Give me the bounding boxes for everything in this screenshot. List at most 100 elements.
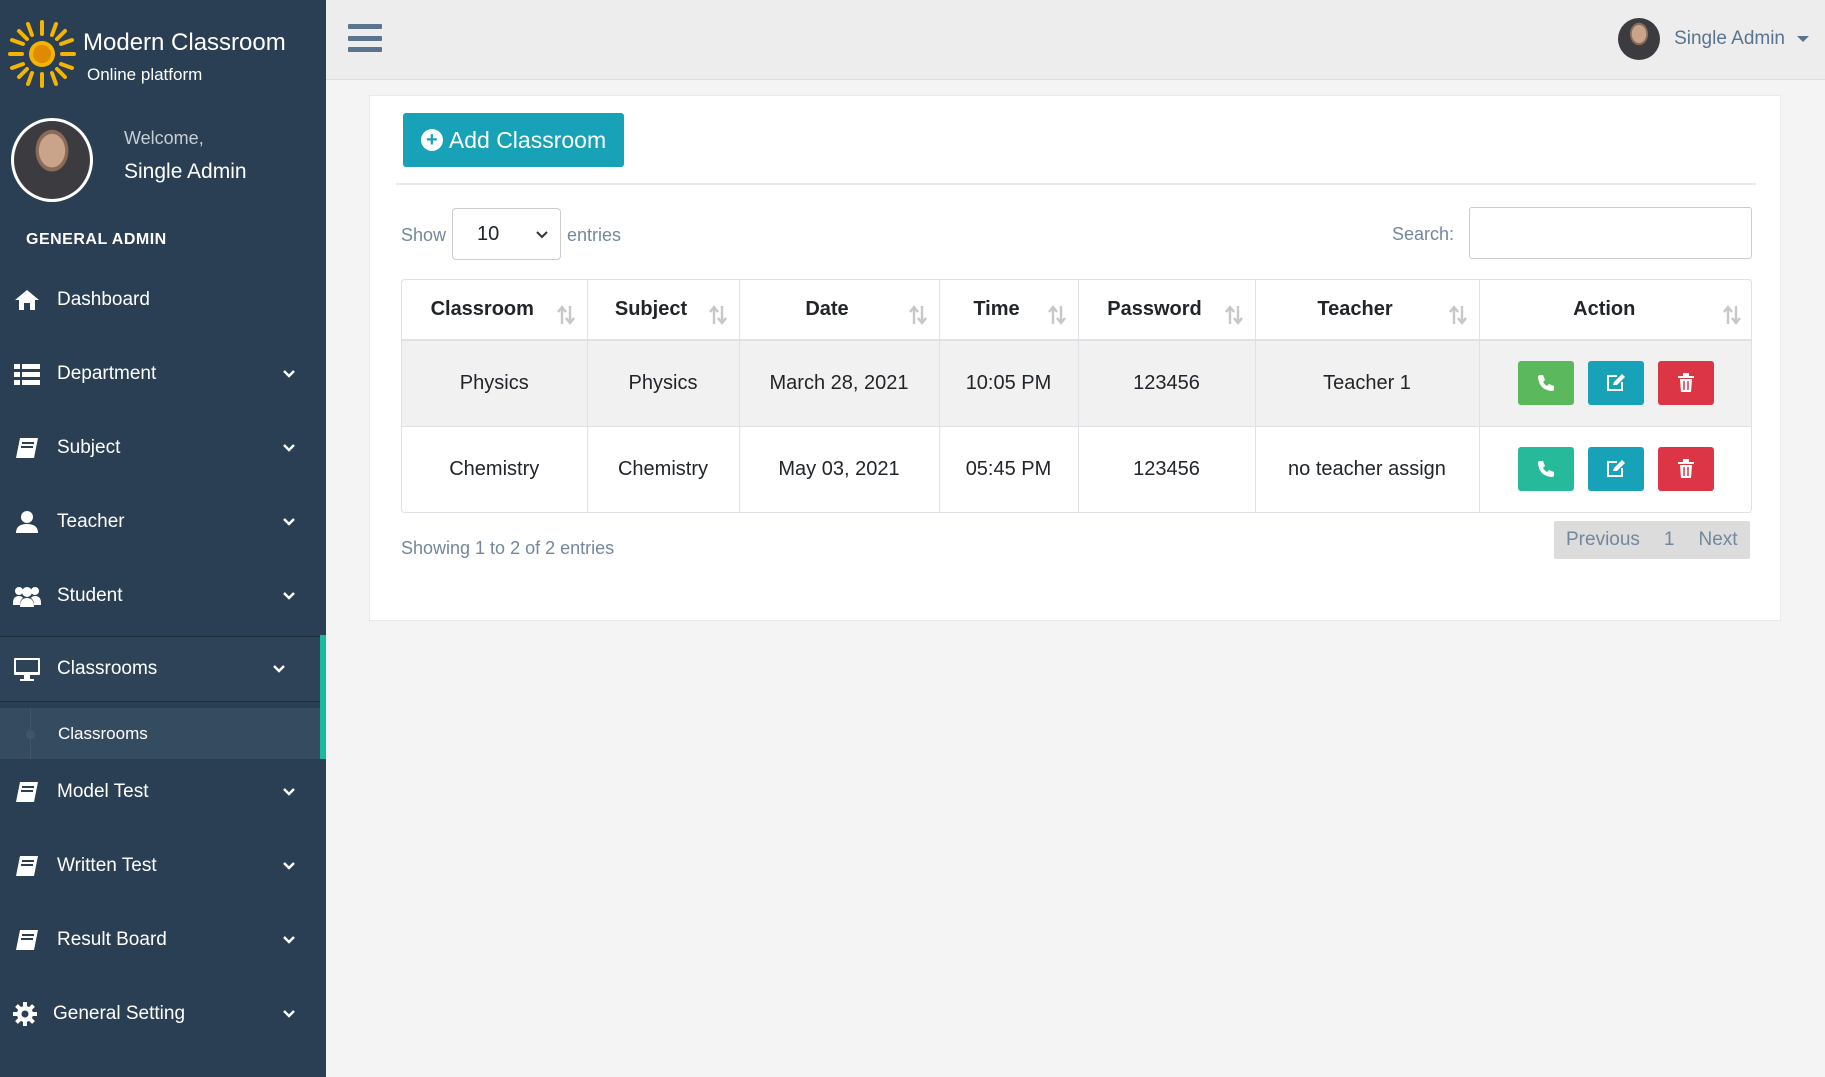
- brand-title: Modern Classroom: [83, 29, 286, 56]
- sidebar-item-general-setting[interactable]: General Setting: [0, 984, 320, 1044]
- menu-toggle-icon[interactable]: [348, 24, 382, 52]
- list-icon: [14, 364, 40, 385]
- chevron-down-icon: [273, 665, 285, 673]
- delete-button[interactable]: [1658, 361, 1715, 406]
- sort-icon: [1723, 305, 1741, 325]
- call-button[interactable]: [1518, 361, 1575, 406]
- sidebar-item-result-board[interactable]: Result Board: [0, 910, 320, 970]
- table-row: Physics Physics March 28, 2021 10:05 PM …: [402, 340, 1751, 426]
- book-icon: [16, 438, 38, 458]
- cell-classroom: Physics: [402, 340, 588, 426]
- edit-button[interactable]: [1588, 447, 1645, 492]
- phone-icon: [1538, 375, 1555, 392]
- search-label: Search:: [1392, 224, 1455, 244]
- cell-action: [1479, 340, 1751, 426]
- bullet-icon: [26, 730, 35, 739]
- sidebar-item-dashboard[interactable]: Dashboard: [0, 270, 320, 330]
- entries-select[interactable]: 10: [452, 208, 561, 260]
- sidebar-item-student[interactable]: Student: [0, 566, 320, 626]
- brand[interactable]: Modern Classroom Online platform: [0, 0, 326, 100]
- welcome-text: Welcome,: [124, 128, 204, 148]
- sidebar-item-model-test[interactable]: Model Test: [0, 762, 320, 822]
- sidebar-item-label: General Setting: [53, 1003, 186, 1024]
- phone-icon: [1538, 461, 1555, 478]
- column-header-password[interactable]: Password: [1078, 280, 1256, 341]
- cell-date: May 03, 2021: [739, 425, 940, 512]
- sidebar-item-classrooms[interactable]: Classrooms: [0, 636, 320, 702]
- book-icon: [16, 856, 38, 876]
- classroom-table: Classroom Subject Date Time Password Tea…: [401, 279, 1752, 513]
- profile-avatar: [11, 118, 93, 202]
- sidebar-item-label: Student: [57, 585, 123, 606]
- chevron-down-icon: [283, 592, 295, 600]
- column-header-teacher[interactable]: Teacher: [1255, 280, 1480, 341]
- add-classroom-button[interactable]: + Add Classroom: [403, 113, 624, 167]
- trash-icon: [1678, 459, 1695, 479]
- cell-password: 123456: [1078, 340, 1256, 426]
- home-icon: [15, 290, 39, 310]
- sidebar-item-label: Department: [57, 363, 157, 384]
- cell-action: [1479, 425, 1751, 512]
- sidebar-subitem-label: Classrooms: [58, 724, 148, 743]
- brand-subtitle: Online platform: [87, 65, 203, 84]
- sidebar-item-label: Dashboard: [57, 289, 150, 310]
- sidebar-item-teacher[interactable]: Teacher: [0, 492, 320, 552]
- active-indicator: [320, 635, 326, 759]
- sort-icon: [708, 305, 727, 325]
- chevron-down-icon: [536, 231, 548, 239]
- edit-button[interactable]: [1588, 361, 1645, 406]
- users-icon: [13, 587, 41, 607]
- cell-time: 05:45 PM: [939, 425, 1079, 512]
- sidebar-item-label: Classrooms: [57, 658, 158, 679]
- cell-subject: Physics: [587, 340, 740, 426]
- pagination: Previous 1 Next: [1554, 521, 1750, 559]
- avatar: [1618, 18, 1661, 60]
- chevron-down-icon: [283, 518, 295, 526]
- book-icon: [16, 782, 38, 802]
- delete-button[interactable]: [1658, 447, 1715, 492]
- call-button[interactable]: [1518, 447, 1575, 492]
- page-1-button[interactable]: 1: [1652, 521, 1687, 559]
- chevron-down-icon: [283, 788, 295, 796]
- cell-teacher: Teacher 1: [1255, 340, 1480, 426]
- sidebar-item-written-test[interactable]: Written Test: [0, 836, 320, 896]
- table-header-row: Classroom Subject Date Time Password Tea…: [402, 280, 1751, 341]
- sidebar-item-label: Model Test: [57, 781, 149, 802]
- sidebar-item-label: Written Test: [57, 855, 157, 876]
- edit-icon: [1607, 374, 1626, 392]
- sidebar-item-department[interactable]: Department: [0, 344, 320, 404]
- user-name: Single Admin: [1674, 28, 1785, 49]
- sort-icon: [1224, 305, 1243, 325]
- chevron-down-icon: [283, 370, 295, 378]
- table-info: Showing 1 to 2 of 2 entries: [401, 538, 615, 558]
- desktop-icon: [14, 658, 40, 681]
- column-header-subject[interactable]: Subject: [587, 280, 740, 341]
- sort-icon: [556, 305, 575, 325]
- profile-name: Single Admin: [124, 160, 247, 183]
- divider: [396, 183, 1756, 185]
- sidebar-subitem-classrooms[interactable]: Classrooms: [0, 708, 320, 759]
- cell-teacher: no teacher assign: [1255, 425, 1480, 512]
- sort-icon: [908, 305, 927, 325]
- user-menu[interactable]: Single Admin: [1618, 17, 1809, 61]
- search-input[interactable]: [1469, 207, 1752, 259]
- sidebar: Modern Classroom Online platform Welcome…: [0, 0, 326, 1077]
- previous-page-button[interactable]: Previous: [1554, 521, 1652, 559]
- sidebar-item-label: Teacher: [57, 511, 125, 532]
- caret-down-icon: [1797, 36, 1809, 42]
- column-header-classroom[interactable]: Classroom: [402, 280, 588, 341]
- column-header-action[interactable]: Action: [1479, 280, 1751, 341]
- column-header-date[interactable]: Date: [739, 280, 940, 341]
- chevron-down-icon: [283, 444, 295, 452]
- next-page-button[interactable]: Next: [1687, 521, 1750, 559]
- sort-icon: [1047, 305, 1066, 325]
- column-header-time[interactable]: Time: [939, 280, 1079, 341]
- chevron-down-icon: [283, 862, 295, 870]
- show-label: Show: [401, 225, 447, 245]
- plus-circle-icon: +: [420, 129, 443, 151]
- sidebar-item-label: Subject: [57, 437, 121, 458]
- topbar: Single Admin: [326, 0, 1825, 80]
- trash-icon: [1678, 373, 1695, 393]
- edit-icon: [1607, 460, 1626, 478]
- sidebar-item-subject[interactable]: Subject: [0, 418, 320, 478]
